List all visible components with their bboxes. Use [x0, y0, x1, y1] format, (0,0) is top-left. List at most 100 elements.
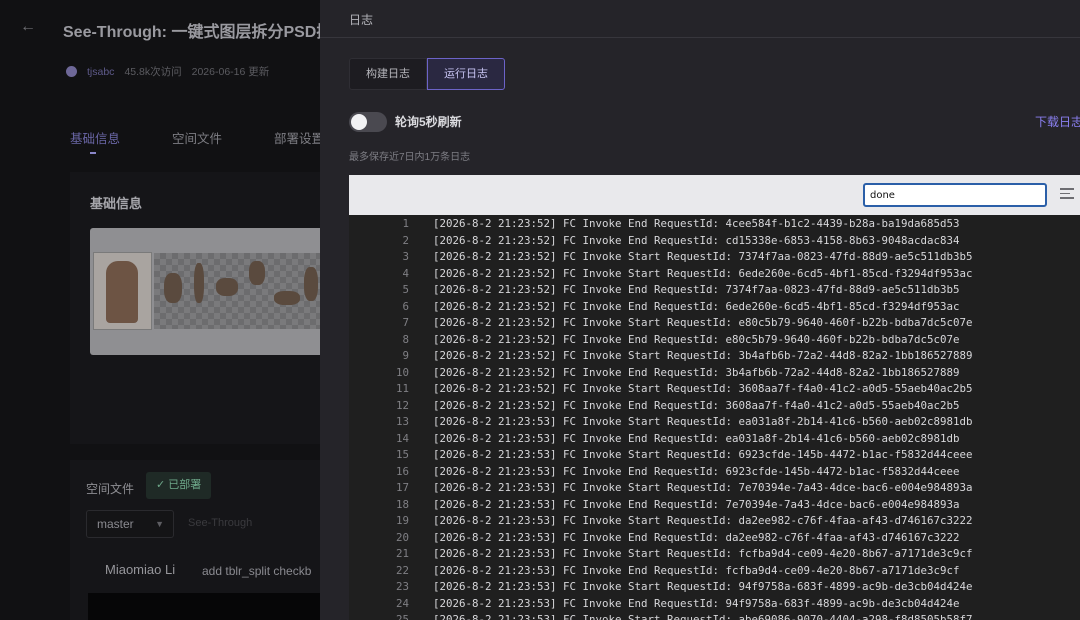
log-line-number: 25	[395, 613, 409, 620]
log-line-number: 2	[402, 233, 409, 247]
log-line: 20 [2026-8-2 21:23:53] FC Invoke End Requ…	[349, 530, 1080, 547]
basic-info-title: 基础信息	[90, 196, 143, 211]
log-line-number: 23	[395, 580, 409, 593]
log-type-tabs: 构建日志 运行日志	[349, 58, 505, 90]
log-line-text: [2026-8-2 21:23:52] FC Invoke End Reques…	[433, 233, 960, 247]
log-line: 14 [2026-8-2 21:23:53] FC Invoke End Requ…	[349, 431, 1080, 448]
drawer-header: 日志	[320, 0, 1080, 38]
log-line: 18 [2026-8-2 21:23:53] FC Invoke End Requ…	[349, 497, 1080, 514]
polling-toggle[interactable]	[349, 112, 387, 132]
log-line-number: 21	[395, 547, 409, 560]
author-name[interactable]: tjsabc	[87, 66, 114, 78]
back-arrow-icon[interactable]: ←	[20, 18, 38, 36]
log-line: 5 [2026-8-2 21:23:52] FC Invoke End Reque…	[349, 282, 1080, 299]
log-toolbar	[349, 175, 1080, 215]
log-line-number: 1	[402, 217, 409, 230]
log-line-text: [2026-8-2 21:23:53] FC Invoke End Reques…	[433, 497, 960, 511]
repo-name: See-Through	[188, 517, 253, 529]
log-line-text: [2026-8-2 21:23:53] FC Invoke Start Requ…	[433, 415, 973, 428]
log-line: 21 [2026-8-2 21:23:53] FC Invoke Start Re…	[349, 546, 1080, 563]
log-line-text: [2026-8-2 21:23:53] FC Invoke Start Requ…	[433, 580, 973, 593]
log-line: 15 [2026-8-2 21:23:53] FC Invoke Start Re…	[349, 447, 1080, 464]
log-line: 19 [2026-8-2 21:23:53] FC Invoke Start Re…	[349, 513, 1080, 530]
log-line-text: [2026-8-2 21:23:53] FC Invoke Start Requ…	[433, 481, 973, 494]
log-line-text: [2026-8-2 21:23:52] FC Invoke Start Requ…	[433, 349, 973, 362]
deployed-badge-label: 已部署	[168, 479, 202, 491]
file-list-area	[88, 593, 320, 620]
log-line-text: [2026-8-2 21:23:53] FC Invoke End Reques…	[433, 596, 960, 610]
log-line-text: [2026-8-2 21:23:52] FC Invoke End Reques…	[433, 365, 960, 379]
download-log-link[interactable]: 下载日志	[1035, 113, 1080, 130]
log-line-text: [2026-8-2 21:23:52] FC Invoke Start Requ…	[433, 316, 973, 329]
log-line-number: 14	[395, 431, 409, 445]
log-line-text: [2026-8-2 21:23:53] FC Invoke Start Requ…	[433, 514, 973, 527]
log-line-number: 12	[395, 398, 409, 412]
log-line: 9 [2026-8-2 21:23:52] FC Invoke Start Req…	[349, 348, 1080, 365]
log-line: 23 [2026-8-2 21:23:53] FC Invoke Start Re…	[349, 579, 1080, 596]
log-line-number: 4	[402, 266, 409, 280]
log-line-number: 10	[395, 365, 409, 379]
log-line-text: [2026-8-2 21:23:52] FC Invoke End Reques…	[433, 398, 960, 412]
tab-deploy-settings[interactable]: 部署设置	[274, 128, 320, 147]
log-line-number: 15	[395, 448, 409, 461]
tab-space-files[interactable]: 空间文件	[172, 128, 222, 147]
log-line-number: 18	[395, 497, 409, 511]
log-viewer[interactable]: 1 [2026-8-2 21:23:52] FC Invoke End Reque…	[349, 215, 1080, 620]
log-line-text: [2026-8-2 21:23:53] FC Invoke End Reques…	[433, 563, 960, 577]
basic-info-card: 基础信息	[70, 172, 320, 444]
log-line-number: 5	[402, 283, 409, 296]
commit-message: add tblr_split checkb	[202, 564, 312, 578]
log-line-text: [2026-8-2 21:23:53] FC Invoke Start Requ…	[433, 613, 973, 620]
log-line-text: [2026-8-2 21:23:52] FC Invoke End Reques…	[433, 283, 960, 296]
log-line: 2 [2026-8-2 21:23:52] FC Invoke End Reque…	[349, 233, 1080, 250]
space-files-section: 空间文件 ✓ 已部署 master ▼ See-Through Miaomiao …	[70, 460, 320, 620]
preview-image	[90, 228, 320, 355]
chevron-down-icon: ▼	[155, 519, 164, 529]
log-line-text: [2026-8-2 21:23:53] FC Invoke End Reques…	[433, 530, 960, 544]
space-files-label: 空间文件	[86, 482, 135, 496]
log-line: 22 [2026-8-2 21:23:53] FC Invoke End Requ…	[349, 563, 1080, 580]
log-line-text: [2026-8-2 21:23:52] FC Invoke Start Requ…	[433, 250, 973, 263]
page-title: See-Through: 一键式图层拆分PSD插	[63, 24, 320, 41]
log-line-text: [2026-8-2 21:23:52] FC Invoke End Reques…	[433, 332, 960, 346]
avatar[interactable]	[66, 66, 77, 77]
log-line: 11 [2026-8-2 21:23:52] FC Invoke Start Re…	[349, 381, 1080, 398]
log-line: 12 [2026-8-2 21:23:52] FC Invoke End Requ…	[349, 398, 1080, 415]
log-line-number: 17	[395, 481, 409, 494]
log-line-text: [2026-8-2 21:23:52] FC Invoke Start Requ…	[433, 382, 973, 395]
check-icon: ✓	[156, 479, 169, 491]
log-drawer: 日志 构建日志 运行日志 轮询5秒刷新 下载日志 最多保存近7日内1万条日志 1…	[320, 0, 1080, 620]
log-line: 16 [2026-8-2 21:23:53] FC Invoke End Requ…	[349, 464, 1080, 481]
log-line-number: 20	[395, 530, 409, 544]
drawer-title: 日志	[349, 13, 374, 27]
log-line: 13 [2026-8-2 21:23:53] FC Invoke Start Re…	[349, 414, 1080, 431]
log-line: 1 [2026-8-2 21:23:52] FC Invoke End Reque…	[349, 216, 1080, 233]
log-search-input[interactable]	[863, 183, 1047, 207]
log-line-number: 16	[395, 464, 409, 478]
tab-build-log[interactable]: 构建日志	[349, 58, 427, 90]
visit-count: 45.8k次访问	[124, 66, 182, 78]
log-line-number: 22	[395, 563, 409, 577]
menu-icon[interactable]	[1060, 188, 1074, 201]
log-line: 17 [2026-8-2 21:23:53] FC Invoke Start Re…	[349, 480, 1080, 497]
log-line-number: 9	[402, 349, 409, 362]
retention-note: 最多保存近7日内1万条日志	[349, 152, 471, 163]
log-line: 4 [2026-8-2 21:23:52] FC Invoke Start Req…	[349, 266, 1080, 283]
log-line-text: [2026-8-2 21:23:52] FC Invoke End Reques…	[433, 217, 960, 230]
log-line-text: [2026-8-2 21:23:53] FC Invoke Start Requ…	[433, 448, 973, 461]
log-line-number: 13	[395, 415, 409, 428]
log-line-text: [2026-8-2 21:23:53] FC Invoke End Reques…	[433, 431, 960, 445]
log-line: 10 [2026-8-2 21:23:52] FC Invoke End Requ…	[349, 365, 1080, 382]
tab-basic-info[interactable]: 基础信息	[70, 128, 120, 154]
log-line-text: [2026-8-2 21:23:52] FC Invoke Start Requ…	[433, 266, 973, 280]
log-line: 7 [2026-8-2 21:23:52] FC Invoke Start Req…	[349, 315, 1080, 332]
log-line-text: [2026-8-2 21:23:52] FC Invoke End Reques…	[433, 299, 960, 313]
branch-select[interactable]: master ▼	[86, 510, 174, 538]
tab-runtime-log[interactable]: 运行日志	[427, 58, 505, 90]
updated-date: 2026-06-16 更新	[191, 66, 270, 78]
character-thumbnail	[93, 252, 152, 330]
log-line-number: 8	[402, 332, 409, 346]
branch-value: master	[97, 517, 134, 531]
toggle-knob	[351, 114, 367, 130]
log-line-number: 11	[395, 382, 409, 395]
